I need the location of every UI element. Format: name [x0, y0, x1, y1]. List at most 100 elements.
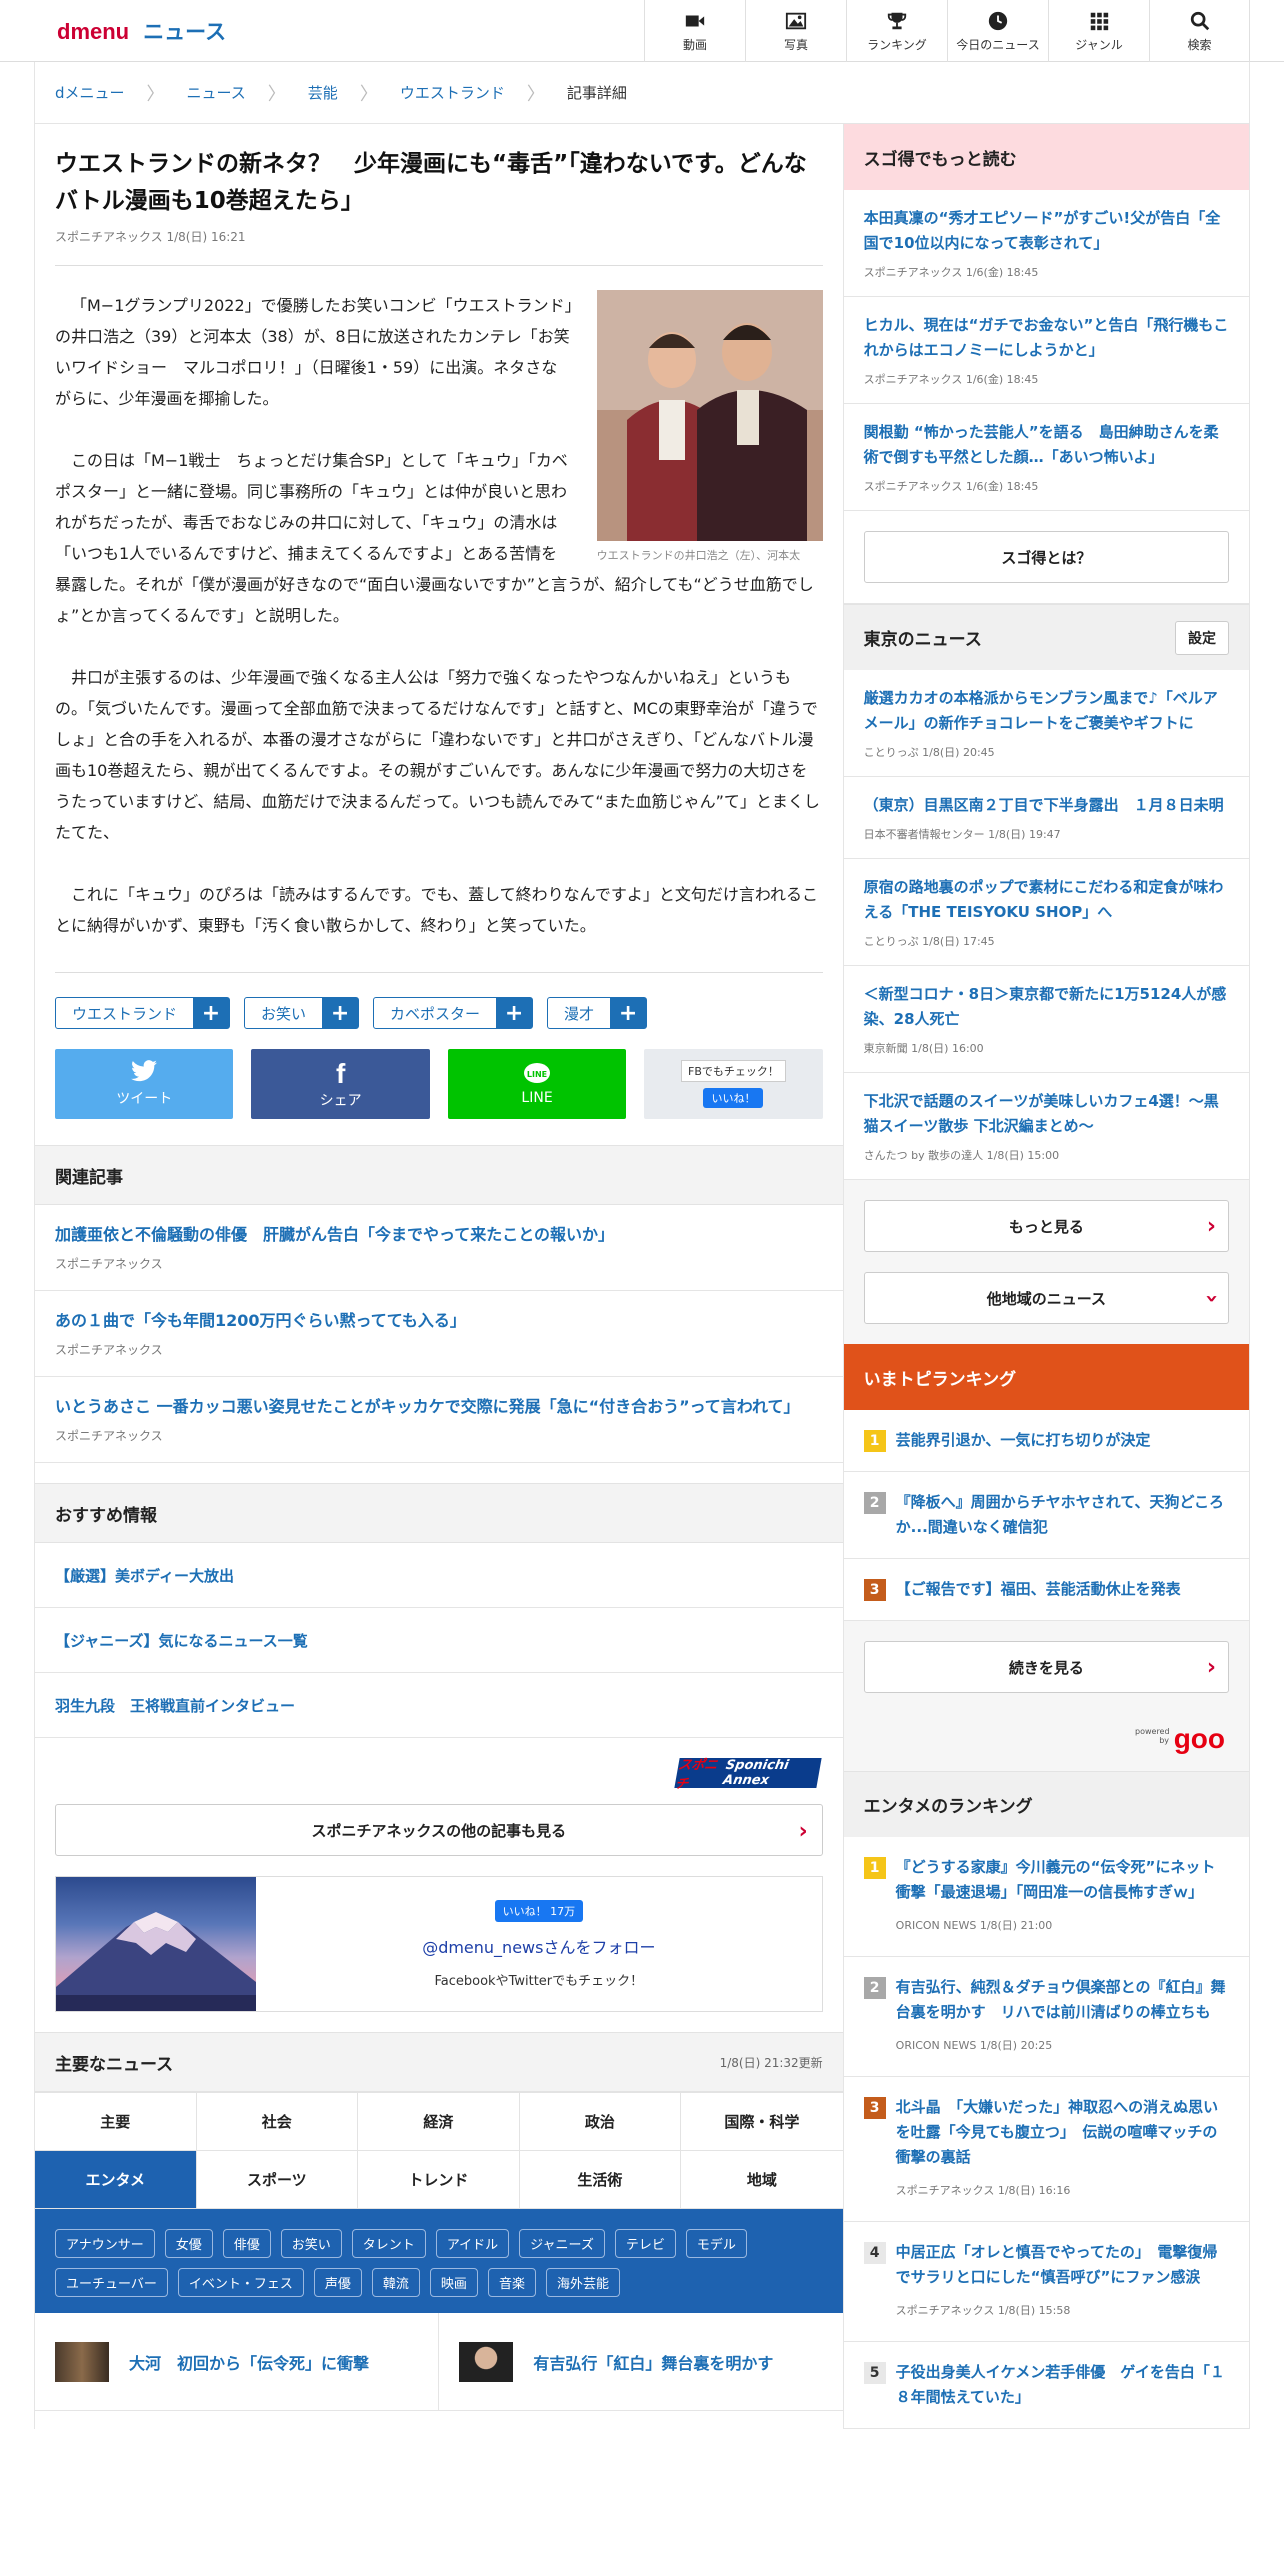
tab-politics[interactable]: 政治 — [519, 2093, 682, 2151]
related-item[interactable]: 加護亜依と不倫騒動の俳優 肝臓がん告白「今までやって来たことの報いか」 スポニチ… — [35, 1205, 843, 1291]
breadcrumb-westland[interactable]: ウエストランド — [400, 82, 505, 103]
news-thumbnail — [55, 2341, 109, 2382]
line-share-button[interactable]: LINE LINE — [447, 1049, 627, 1119]
powered-by-goo: powered by goo — [843, 1713, 1249, 1771]
breadcrumb-dmenu[interactable]: dメニュー — [55, 82, 125, 103]
setting-button[interactable]: 設定 — [1175, 620, 1229, 655]
plus-icon[interactable]: + — [496, 998, 533, 1028]
tweet-button[interactable]: ツイート — [55, 1049, 234, 1119]
subtag[interactable]: 韓流 — [371, 2268, 420, 2297]
subtag[interactable]: モデル — [685, 2229, 747, 2258]
photo-icon — [785, 12, 807, 29]
article-photo[interactable]: ウエストランドの井口浩之（左）、河本太 — [596, 290, 823, 565]
other-region-button[interactable]: 他地域のニュース › — [863, 1272, 1229, 1324]
recommend-item[interactable]: 羽生九段 王将戦直前インタビュー — [35, 1673, 843, 1738]
article-photo-image[interactable] — [596, 290, 823, 541]
subtag[interactable]: アイドル — [435, 2229, 510, 2258]
subtag[interactable]: タレント — [351, 2229, 426, 2258]
tokyo-more-button[interactable]: もっと見る › — [863, 1200, 1229, 1252]
tokyo-news-item[interactable]: 原宿の路地裏のポップで素材にこだわる和定食が味わえる「THE TEISYOKU … — [843, 859, 1249, 966]
tokyo-news-item[interactable]: 下北沢で話題のスイーツが美味しいカフェ4選！〜黒猫スイーツ散歩 下北沢編まとめ〜… — [843, 1073, 1249, 1180]
global-nav: 動画 写真 ランキング 今日のニュース ジャンル 検索 — [644, 0, 1250, 62]
subtag[interactable]: アナウンサー — [55, 2229, 155, 2258]
svg-text:LINE: LINE — [527, 1070, 547, 1079]
topics-more-button[interactable]: 続きを見る › — [863, 1641, 1229, 1693]
rank-badge: 1 — [863, 1430, 886, 1452]
enta-rank-item[interactable]: 5 子役出身美人イケメン若手俳優 ゲイを告白「１８年間怯えていた」 — [843, 2342, 1249, 2429]
share-buttons: ツイート f シェア LINE LINE FBでもチェック！ いいね！ — [35, 1049, 843, 1145]
follow-link[interactable]: @dmenu_newsさんをフォロー — [422, 1934, 655, 1958]
related-heading: 関連記事 — [35, 1145, 843, 1205]
subtag[interactable]: ジャニーズ — [519, 2229, 605, 2258]
nav-genre[interactable]: ジャンル — [1048, 0, 1149, 62]
chevron-right-icon: 〉 — [267, 83, 286, 105]
topics-rank-item[interactable]: 3 【ご報告です】福田、芸能活動休止を発表 — [843, 1559, 1249, 1621]
top-news-item[interactable]: 大河 初回から「伝令死」に衝撃 — [35, 2313, 440, 2411]
page-body: ウエストランドの新ネタ？ 少年漫画にも“毒舌”「違わないです。どんなバトル漫画も… — [34, 124, 1250, 2429]
follow-subtext: FacebookやTwitterでもチェック！ — [434, 1973, 644, 1989]
tokyo-news-item[interactable]: ＜新型コロナ・8日＞東京都で新たに1万5124人が感染、28人死亡 東京新聞 1… — [843, 966, 1249, 1073]
dmenu-logo[interactable]: dmenu ニュース — [57, 16, 226, 46]
breadcrumb-news[interactable]: ニュース — [187, 82, 246, 103]
subtag[interactable]: イベント・フェス — [177, 2268, 304, 2297]
topics-rank-item[interactable]: 1 芸能界引退か、一気に打ち切りが決定 — [843, 1410, 1249, 1472]
sugotoku-item[interactable]: 本田真凜の“秀才エピソード”がすごい!父が告白「全国で10位以内になって表彰され… — [843, 190, 1249, 297]
tab-entertainment[interactable]: エンタメ — [35, 2151, 197, 2209]
sugotoku-button-wrap: スゴ得とは？ — [843, 511, 1249, 604]
enta-rank-item[interactable]: 4 中居正広「オレと慎吾でやってたの」 電撃復帰でサラリと口にした“慎吾呼び”に… — [843, 2222, 1249, 2342]
plus-icon[interactable]: + — [193, 998, 230, 1028]
subtag[interactable]: 女優 — [164, 2229, 213, 2258]
subtag[interactable]: 映画 — [429, 2268, 478, 2297]
facebook-like-count-button[interactable]: いいね！ 17万 — [494, 1899, 584, 1922]
related-item[interactable]: いとうあさこ 一番カッコ悪い姿見せたことがキッカケで交際に発展「急に“付き合おう… — [35, 1377, 843, 1463]
top-news-item[interactable]: 有吉弘行「紅白」舞台裏を明かす — [439, 2313, 843, 2411]
sugotoku-item[interactable]: ヒカル、現在は“ガチでお金ない”と告白「飛行機もこれからはエコノミーにしようかと… — [843, 297, 1249, 404]
facebook-like-button[interactable]: いいね！ — [703, 1088, 764, 1108]
tab-trend[interactable]: トレンド — [358, 2151, 520, 2209]
nav-video[interactable]: 動画 — [644, 0, 745, 62]
subtag[interactable]: お笑い — [280, 2229, 342, 2258]
tab-sports[interactable]: スポーツ — [196, 2151, 359, 2209]
sponichi-more-button[interactable]: スポニチアネックスの他の記事も見る › — [55, 1804, 823, 1856]
tokyo-news-item[interactable]: （東京）目黒区南２丁目で下半身露出 １月８日未明 日本不審者情報センター 1/8… — [843, 777, 1249, 859]
subtag[interactable]: テレビ — [614, 2229, 676, 2258]
nav-photo[interactable]: 写真 — [745, 0, 846, 62]
tokyo-news-item[interactable]: 厳選カカオの本格派からモンブラン風まで♪「ベルアメール」の新作チョコレートをご褒… — [843, 670, 1249, 777]
tag-owarai[interactable]: お笑い + — [244, 997, 360, 1029]
subtag[interactable]: 海外芸能 — [545, 2268, 620, 2297]
category-tabs: 主要 社会 経済 政治 国際・科学 エンタメ スポーツ トレンド 生活術 地域 — [35, 2092, 843, 2209]
sponichi-logo[interactable]: スポニチ Sponichi Annex — [673, 1758, 822, 1792]
tag-manzai[interactable]: 漫才 + — [547, 997, 648, 1029]
nav-today[interactable]: 今日のニュース — [947, 0, 1048, 62]
tab-economy[interactable]: 経済 — [358, 2093, 520, 2151]
nav-ranking[interactable]: ランキング — [846, 0, 947, 62]
plus-icon[interactable]: + — [322, 998, 359, 1028]
rank-badge: 2 — [863, 1977, 886, 1999]
recommend-item[interactable]: 【ジャニーズ】気になるニュース一覧 — [35, 1608, 843, 1673]
plus-icon[interactable]: + — [610, 998, 647, 1028]
related-item[interactable]: あの１曲で「今も年間1200万円ぐらい黙ってても入る」 スポニチアネックス — [35, 1291, 843, 1377]
tab-region[interactable]: 地域 — [681, 2151, 843, 2209]
goo-logo[interactable]: goo — [1174, 1723, 1225, 1755]
tab-major[interactable]: 主要 — [35, 2093, 197, 2151]
tag-westland[interactable]: ウエストランド + — [55, 997, 231, 1029]
sugotoku-item[interactable]: 関根勤 “怖かった芸能人”を語る 島田紳助さんを柔術で倒すも平然とした顔…「あい… — [843, 404, 1249, 511]
subtag[interactable]: 音楽 — [487, 2268, 536, 2297]
topics-rank-item[interactable]: 2 『降板へ』周囲からチヤホヤされて、天狗どころか...間違いなく確信犯 — [843, 1472, 1249, 1559]
tab-society[interactable]: 社会 — [196, 2093, 359, 2151]
facebook-share-button[interactable]: f シェア — [251, 1049, 430, 1119]
enta-rank-item[interactable]: 1 『どうする家康』今川義元の“伝令死”にネット衝撃「最速退場」「岡田准一の信長… — [843, 1837, 1249, 1957]
subtag[interactable]: 俳優 — [222, 2229, 271, 2258]
sugotoku-about-button[interactable]: スゴ得とは？ — [863, 531, 1229, 583]
subtag[interactable]: ユーチューバー — [55, 2268, 168, 2297]
breadcrumb-geino[interactable]: 芸能 — [308, 82, 338, 103]
tab-lifestyle[interactable]: 生活術 — [519, 2151, 682, 2209]
enta-rank-item[interactable]: 3 北斗晶 「大嫌いだった」神取忍への消えぬ思いを吐露「今見ても腹立つ」 伝説の… — [843, 2077, 1249, 2222]
subtag[interactable]: 声優 — [313, 2268, 362, 2297]
tag-kabeposter[interactable]: カベポスター + — [373, 997, 534, 1029]
nav-search[interactable]: 検索 — [1149, 0, 1250, 62]
recommend-item[interactable]: 【厳選】美ボディー大放出 — [35, 1543, 843, 1608]
enta-rank-item[interactable]: 2 有吉弘行、純烈＆ダチョウ倶楽部との『紅白』舞台裏を明かす リハでは前川清ばり… — [843, 1957, 1249, 2077]
news-section-title[interactable]: ニュース — [143, 21, 226, 44]
tab-international[interactable]: 国際・科学 — [681, 2093, 843, 2151]
